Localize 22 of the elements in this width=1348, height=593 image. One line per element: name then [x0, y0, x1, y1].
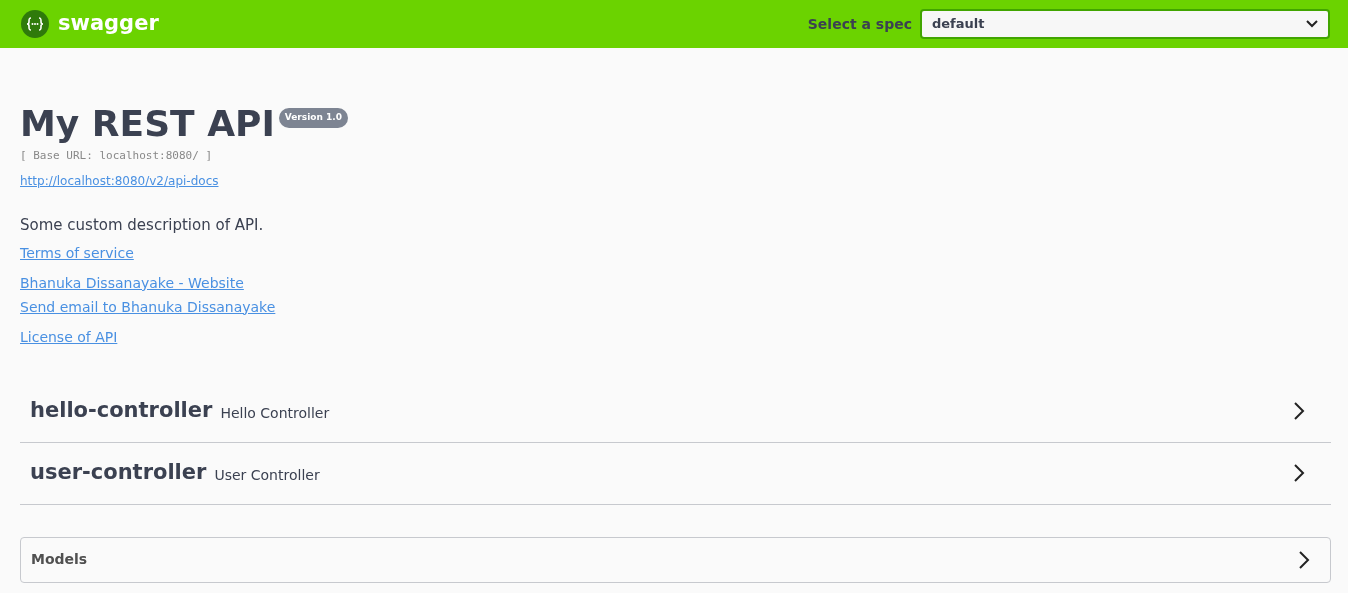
tag-section[interactable]: user-controller User Controller [20, 442, 1331, 505]
logo-text: swagger [58, 10, 159, 38]
tag-name: hello-controller [30, 397, 213, 425]
logo-icon [20, 9, 50, 39]
tag-section[interactable]: hello-controller Hello Controller [20, 380, 1331, 443]
tag-description: User Controller [214, 465, 320, 485]
info-link[interactable]: Send email to Bhanuka Dissanayake [20, 298, 276, 315]
base-url: [ Base URL: localhost:8080/ ] [20, 147, 214, 164]
api-title: My REST API [20, 104, 275, 144]
version-label: Version 1.0 [278, 108, 348, 128]
spec-select[interactable]: default [920, 9, 1330, 39]
api-docs-link[interactable]: http://localhost:8080/v2/api-docs [20, 174, 219, 189]
caret-icon [1306, 20, 1318, 28]
spec-label: Select a spec [807, 14, 912, 34]
info-link[interactable]: Terms of service [20, 244, 134, 261]
tag-name: user-controller [30, 459, 207, 487]
models-section[interactable]: Models [20, 536, 1331, 583]
api-description: Some custom description of API. [20, 215, 265, 237]
info-link[interactable]: License of API [20, 328, 118, 345]
models-title: Models [31, 550, 88, 570]
tag-description: Hello Controller [220, 403, 330, 423]
info-link[interactable]: Bhanuka Dissanayake - Website [20, 274, 244, 291]
